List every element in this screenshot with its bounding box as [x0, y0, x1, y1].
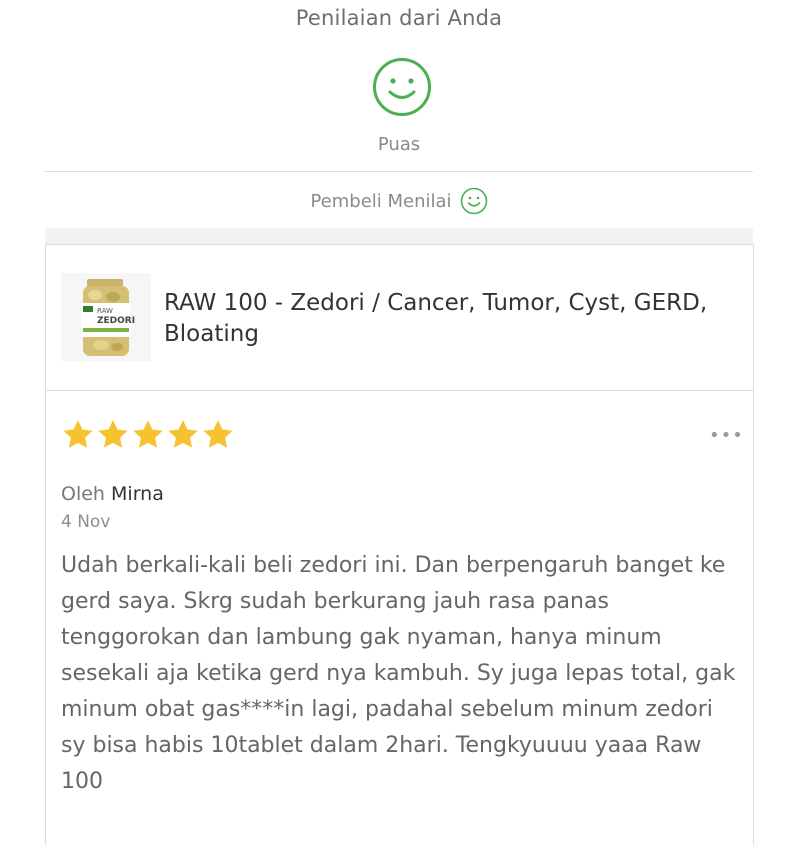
divider: [45, 171, 753, 172]
star-icon: [98, 420, 128, 448]
review-date: 4 Nov: [61, 512, 111, 532]
product-bottle-image[interactable]: RAW ZEDORI: [61, 273, 151, 361]
rating-label: Puas: [377, 134, 421, 155]
star-icon: [168, 420, 198, 448]
more-options-icon[interactable]: •••: [709, 427, 744, 445]
author-prefix: Oleh: [61, 483, 105, 505]
review-author-line: Oleh Mirna: [61, 483, 164, 505]
smile-face-icon[interactable]: [372, 57, 432, 117]
svg-text:RAW: RAW: [97, 307, 113, 315]
smile-face-small-icon: [460, 187, 487, 215]
author-name: Mirna: [111, 483, 164, 505]
buyer-rating-row: Pembeli Menilai: [45, 186, 753, 216]
star-rating: [61, 418, 235, 452]
review-card: RAW ZEDORI RAW 100 - Zedori / Cancer, Tu…: [45, 244, 754, 845]
rating-section-title: Penilaian dari Anda: [295, 6, 503, 30]
star-icon: [133, 420, 163, 448]
star-icon: [203, 420, 233, 448]
star-icon: [63, 420, 93, 448]
svg-text:ZEDORI: ZEDORI: [97, 316, 135, 326]
review-text: Udah berkali-kali beli zedori ini. Dan b…: [61, 553, 736, 794]
section-separator: [45, 228, 753, 244]
product-row[interactable]: RAW ZEDORI RAW 100 - Zedori / Cancer, Tu…: [46, 245, 753, 391]
buyer-rating-label: Pembeli Menilai: [310, 190, 452, 212]
rating-summary-section: Penilaian dari Anda Puas Pembeli Menilai: [45, 0, 753, 228]
product-name[interactable]: RAW 100 - Zedori / Cancer, Tumor, Cyst, …: [164, 288, 744, 350]
